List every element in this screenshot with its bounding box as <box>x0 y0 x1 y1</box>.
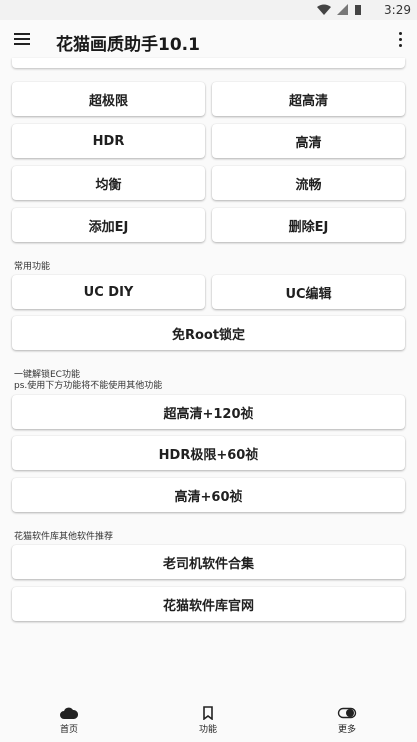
status-time: 3:29 <box>384 3 411 17</box>
overflow-menu-icon[interactable] <box>399 32 403 48</box>
smooth-button[interactable]: 流畅 <box>212 166 405 200</box>
unlock-section-heading: 一键解锁EC功能 <box>14 370 80 380</box>
common-section-heading: 常用功能 <box>14 262 51 272</box>
scrolled-card-edge <box>12 58 405 68</box>
ultra-hd-120fps-button[interactable]: 超高清+120祯 <box>12 395 405 429</box>
battery-icon <box>355 5 361 15</box>
app-bar: 花猫画质助手10.1 <box>0 20 417 60</box>
toggle-icon <box>337 707 357 719</box>
root-free-lock-button[interactable]: 免Root锁定 <box>12 316 405 350</box>
nav-functions[interactable]: 功能 <box>173 706 243 735</box>
hd-button[interactable]: 高清 <box>212 124 405 158</box>
nav-home-label: 首页 <box>59 725 78 735</box>
bottom-navigation: 首页 功能 更多 <box>0 700 417 742</box>
nav-home[interactable]: 首页 <box>34 706 104 735</box>
status-bar: 3:29 <box>0 0 417 20</box>
uc-diy-button[interactable]: UC DIY <box>12 275 205 309</box>
hd-60fps-button[interactable]: 高清+60祯 <box>12 478 405 512</box>
unlock-section-note: ps.使用下方功能将不能使用其他功能 <box>14 381 163 391</box>
nav-functions-label: 功能 <box>198 725 217 735</box>
nav-more-label: 更多 <box>337 725 356 735</box>
official-site-button[interactable]: 花猫软件库官网 <box>12 587 405 621</box>
app-title: 花猫画质助手10.1 <box>56 35 200 55</box>
hdr-extreme-60fps-button[interactable]: HDR极限+60祯 <box>12 436 405 470</box>
old-driver-collection-button[interactable]: 老司机软件合集 <box>12 545 405 579</box>
status-icons <box>317 4 361 15</box>
add-ej-button[interactable]: 添加EJ <box>12 208 205 242</box>
recommend-section-heading: 花猫软件库其他软件推荐 <box>14 532 114 542</box>
hdr-button[interactable]: HDR <box>12 124 205 158</box>
hamburger-menu-icon[interactable] <box>14 33 30 45</box>
bookmark-icon <box>203 706 213 720</box>
ultra-extreme-button[interactable]: 超极限 <box>12 82 205 116</box>
ultra-hd-button[interactable]: 超高清 <box>212 82 405 116</box>
cloud-icon <box>60 707 78 719</box>
nav-more[interactable]: 更多 <box>312 706 382 735</box>
wifi-icon <box>317 4 331 15</box>
uc-edit-button[interactable]: UC编辑 <box>212 275 405 309</box>
signal-icon <box>337 4 348 15</box>
delete-ej-button[interactable]: 删除EJ <box>212 208 405 242</box>
balanced-button[interactable]: 均衡 <box>12 166 205 200</box>
